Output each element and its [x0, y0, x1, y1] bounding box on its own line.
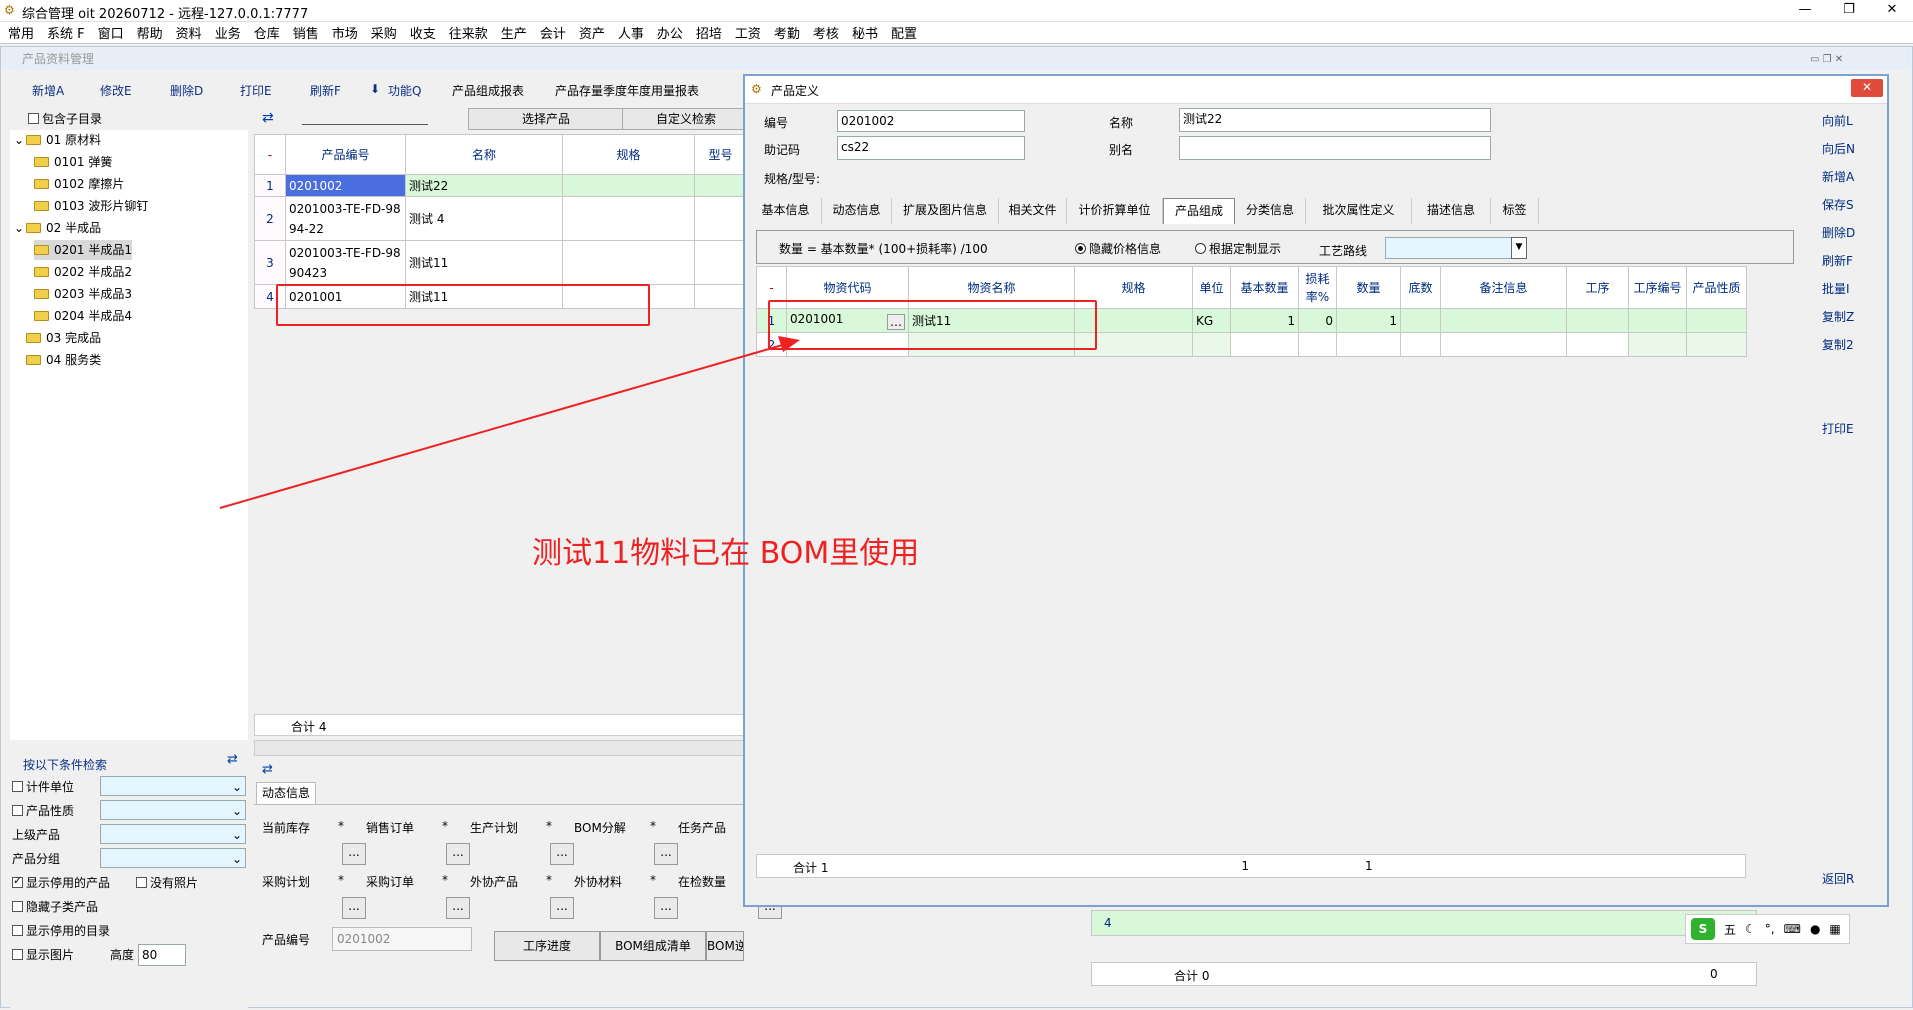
punctuation-icon: °, — [1764, 922, 1775, 936]
user-icon: ● — [1809, 922, 1821, 936]
ime-toolbar[interactable]: S 五 ☾ °, ⌨ ● ▦ — [1685, 914, 1850, 944]
moon-icon: ☾ — [1745, 922, 1756, 936]
ime-mode: 五 — [1724, 922, 1737, 937]
annotation-arrow — [219, 336, 800, 509]
annotation-text: 测试11物料已在 BOM里使用 — [532, 536, 920, 571]
grid-icon: ▦ — [1829, 922, 1841, 936]
keyboard-icon: ⌨ — [1783, 922, 1801, 936]
ime-logo: S — [1691, 918, 1715, 940]
